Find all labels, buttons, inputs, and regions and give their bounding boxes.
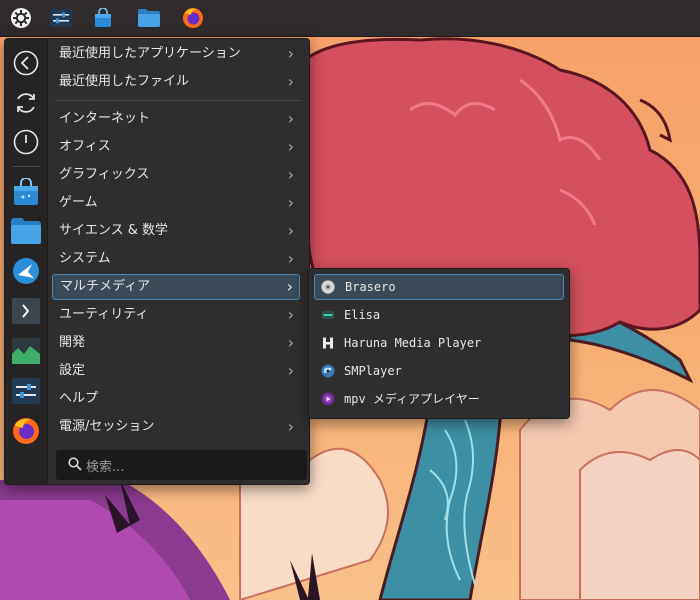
chevron-right-icon: › — [287, 221, 294, 240]
chevron-right-icon: › — [287, 361, 294, 380]
menu-item-label: 最近使用したアプリケーション — [59, 46, 241, 61]
software-store-icon — [14, 178, 38, 205]
chevron-right-icon: › — [286, 277, 293, 296]
menu-item-label: 最近使用したファイル — [59, 74, 190, 89]
application-launcher-icon — [11, 8, 31, 28]
category-label: オフィス — [59, 139, 111, 154]
system-settings-icon — [12, 378, 40, 404]
category-label: サイエンス & 数学 — [59, 223, 169, 238]
application-launcher-button[interactable] — [7, 4, 35, 32]
category-label: マルチメディア — [60, 279, 151, 294]
category-label: ユーティリティ — [59, 307, 149, 322]
category-label: インターネット — [59, 111, 151, 126]
menu-item-recent-apps[interactable]: 最近使用したアプリケーション › — [52, 41, 300, 67]
favorite-file-manager[interactable] — [11, 216, 41, 246]
favorite-system-settings[interactable] — [11, 376, 41, 406]
back-button[interactable] — [11, 48, 41, 78]
category-graphics[interactable]: グラフィックス › — [52, 162, 300, 188]
multimedia-submenu: Brasero Elisa Haruna Media Player SMPlay… — [308, 268, 570, 419]
category-internet[interactable]: インターネット › — [52, 106, 300, 132]
category-power-session[interactable]: 電源/セッション › — [52, 414, 300, 440]
favorite-software-store[interactable] — [11, 177, 41, 207]
chevron-right-icon: › — [287, 193, 294, 212]
chevron-right-icon: › — [287, 417, 294, 436]
chevron-right-icon: › — [287, 44, 294, 63]
firefox-icon — [183, 8, 203, 28]
refresh-button[interactable] — [11, 88, 41, 118]
category-office[interactable]: オフィス › — [52, 134, 300, 160]
category-label: システム — [59, 251, 111, 266]
menu-separator — [55, 100, 300, 101]
favorite-discover[interactable] — [11, 256, 41, 286]
mpv-icon — [321, 392, 335, 406]
app-label: Brasero — [345, 280, 396, 294]
category-science-math[interactable]: サイエンス & 数学 › — [52, 218, 300, 244]
search-field[interactable]: 検索... — [56, 450, 307, 480]
category-label: 電源/セッション — [59, 419, 155, 434]
category-system[interactable]: システム › — [52, 246, 300, 272]
disc-burner-icon — [321, 280, 335, 294]
favorites-separator — [12, 166, 40, 167]
favorites-sidebar — [5, 39, 48, 484]
app-smplayer[interactable]: SMPlayer — [314, 358, 564, 384]
category-label: グラフィックス — [59, 167, 150, 182]
software-store-icon — [95, 8, 111, 27]
app-label: SMPlayer — [344, 364, 402, 378]
video-player-icon — [323, 337, 333, 349]
application-menu: 最近使用したアプリケーション › 最近使用したファイル › インターネット › … — [4, 38, 310, 485]
system-settings-button[interactable] — [47, 4, 75, 32]
file-manager-icon — [138, 9, 160, 27]
app-elisa[interactable]: Elisa — [314, 302, 564, 328]
firefox-button[interactable] — [179, 4, 207, 32]
top-panel — [0, 0, 700, 37]
chevron-right-icon: › — [287, 333, 294, 352]
category-development[interactable]: 開発 › — [52, 330, 300, 356]
smplayer-icon — [321, 364, 335, 378]
category-games[interactable]: ゲーム › — [52, 190, 300, 216]
search-placeholder: 検索... — [86, 460, 125, 475]
category-help[interactable]: ヘルプ — [52, 386, 300, 412]
file-manager-button[interactable] — [135, 4, 163, 32]
chevron-right-icon: › — [287, 249, 294, 268]
discover-icon — [13, 258, 39, 284]
category-label: 開発 — [59, 335, 86, 350]
terminal-icon — [12, 298, 40, 324]
refresh-icon — [17, 93, 35, 113]
category-settings[interactable]: 設定 › — [52, 358, 300, 384]
favorite-firefox[interactable] — [11, 416, 41, 446]
file-manager-icon — [11, 218, 41, 244]
favorite-terminal[interactable] — [11, 296, 41, 326]
music-player-icon — [322, 311, 334, 319]
chevron-right-icon: › — [287, 305, 294, 324]
system-monitor-icon — [12, 338, 40, 364]
search-icon — [68, 457, 82, 471]
system-settings-icon — [50, 9, 72, 27]
back-arrow-icon — [13, 50, 39, 76]
software-store-button[interactable] — [89, 4, 117, 32]
category-label: ヘルプ — [59, 391, 99, 406]
chevron-right-icon: › — [287, 109, 294, 128]
app-haruna[interactable]: Haruna Media Player — [314, 330, 564, 356]
category-utilities[interactable]: ユーティリティ › — [52, 302, 300, 328]
category-label: 設定 — [59, 363, 86, 378]
menu-item-recent-files[interactable]: 最近使用したファイル › — [52, 69, 300, 95]
power-button[interactable] — [11, 127, 41, 157]
power-icon — [13, 129, 39, 155]
firefox-icon — [13, 418, 39, 444]
app-label: Elisa — [344, 308, 381, 322]
category-multimedia[interactable]: マルチメディア › — [52, 274, 300, 300]
chevron-right-icon: › — [287, 165, 294, 184]
chevron-right-icon: › — [287, 137, 294, 156]
favorite-system-monitor[interactable] — [11, 336, 41, 366]
app-label: Haruna Media Player — [344, 336, 482, 350]
app-brasero[interactable]: Brasero — [314, 274, 564, 300]
app-label: mpv メディアプレイヤー — [344, 392, 480, 406]
chevron-right-icon: › — [287, 72, 294, 91]
category-label: ゲーム — [59, 195, 98, 210]
app-mpv[interactable]: mpv メディアプレイヤー — [314, 386, 564, 412]
